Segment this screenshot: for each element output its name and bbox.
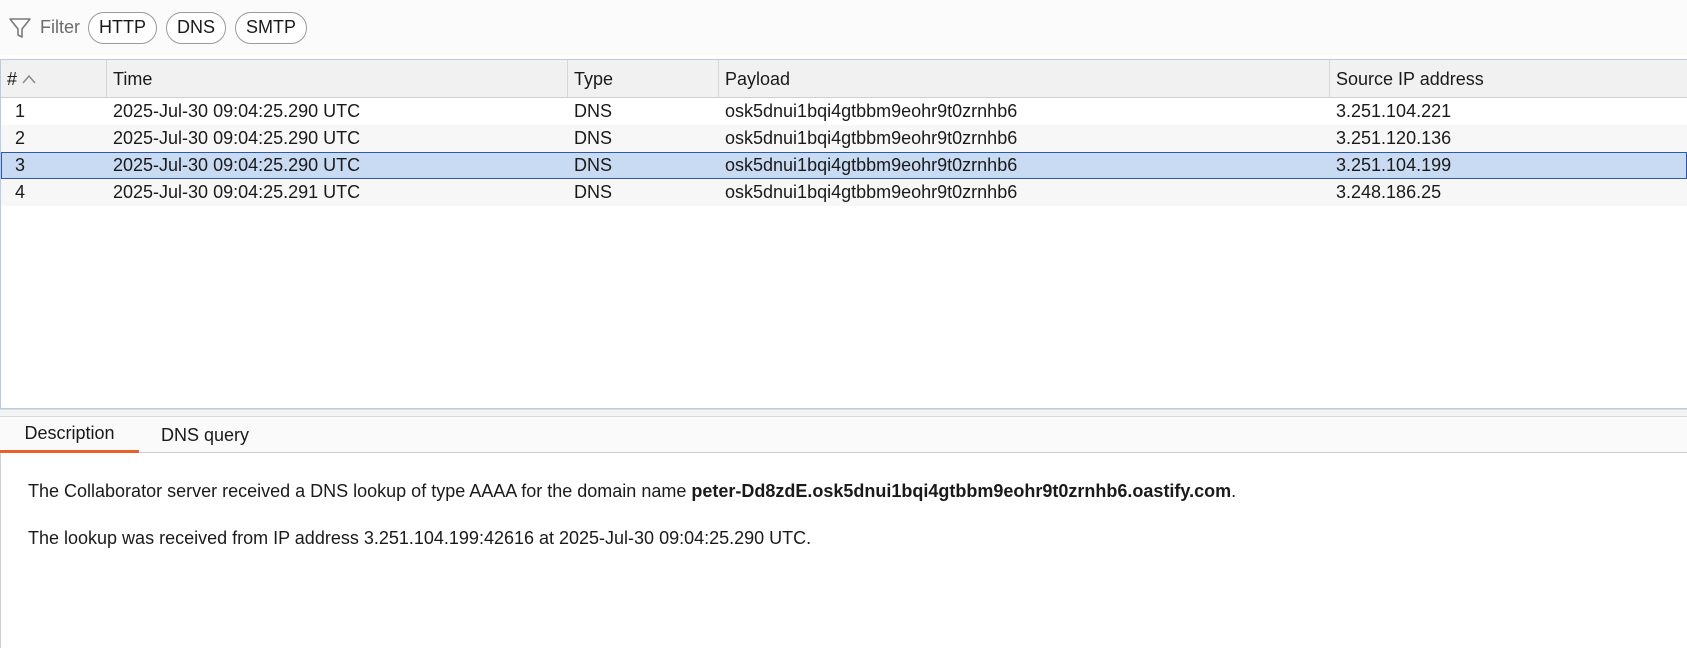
sort-ascending-icon (21, 73, 37, 85)
column-header-source-ip[interactable]: Source IP address (1330, 60, 1687, 98)
cell-source-ip: 3.251.104.199 (1336, 155, 1452, 175)
filter-chip-dns[interactable]: DNS (166, 11, 227, 44)
cell-number: 3 (15, 155, 26, 175)
description-line-source: The lookup was received from IP address … (28, 528, 812, 548)
cell-source-ip: 3.251.120.136 (1336, 128, 1452, 148)
cell-number: 4 (15, 182, 26, 202)
cell-type: DNS (574, 182, 613, 202)
cell-type: DNS (574, 155, 613, 175)
cell-type: DNS (574, 101, 613, 121)
cell-type: DNS (574, 128, 613, 148)
column-header-type[interactable]: Type (568, 60, 719, 98)
cell-source-ip: 3.248.186.25 (1336, 182, 1442, 202)
filter-chip-smtp[interactable]: SMTP (235, 11, 308, 44)
description-line-lookup: The Collaborator server received a DNS l… (28, 481, 1236, 502)
cell-payload: osk5dnui1bqi4gtbbm9eohr9t0zrnhb6 (725, 128, 1018, 148)
filter-label: Filter (40, 17, 80, 37)
table-row[interactable]: 4 2025-Jul-30 09:04:25.291 UTC DNS osk5d… (1, 179, 1687, 206)
pane-splitter[interactable] (0, 409, 1687, 417)
column-header-label: Payload (725, 68, 791, 89)
cell-payload: osk5dnui1bqi4gtbbm9eohr9t0zrnhb6 (725, 182, 1018, 202)
cell-time: 2025-Jul-30 09:04:25.290 UTC (113, 101, 361, 121)
column-header-time[interactable]: Time (107, 60, 568, 98)
detail-tab-bar: Description DNS query (0, 417, 1687, 453)
column-header-label: Type (574, 68, 614, 89)
column-header-label: Source IP address (1336, 68, 1484, 89)
column-header-label: Time (113, 68, 153, 89)
tab-description[interactable]: Description (0, 417, 139, 453)
filter-bar: Filter HTTP DNS SMTP (0, 0, 1687, 55)
table-row[interactable]: 2 2025-Jul-30 09:04:25.290 UTC DNS osk5d… (1, 125, 1687, 152)
description-panel: The Collaborator server received a DNS l… (0, 453, 1687, 648)
description-text: The Collaborator server received a DNS l… (28, 481, 692, 501)
cell-time: 2025-Jul-30 09:04:25.290 UTC (113, 155, 361, 175)
tab-dns-query[interactable]: DNS query (145, 417, 265, 453)
cell-time: 2025-Jul-30 09:04:25.291 UTC (113, 182, 361, 202)
column-header-number[interactable]: # (1, 60, 107, 98)
collaborator-window: Filter HTTP DNS SMTP # Time Type Payload (0, 0, 1687, 648)
cell-time: 2025-Jul-30 09:04:25.290 UTC (113, 128, 361, 148)
filter-chip-http[interactable]: HTTP (88, 11, 157, 44)
cell-payload: osk5dnui1bqi4gtbbm9eohr9t0zrnhb6 (725, 155, 1018, 175)
cell-source-ip: 3.251.104.221 (1336, 101, 1452, 121)
table-row[interactable]: 1 2025-Jul-30 09:04:25.290 UTC DNS osk5d… (1, 98, 1687, 125)
table-header: # Time Type Payload Source IP address (1, 60, 1687, 98)
description-text: . (1231, 481, 1237, 501)
table-body: 1 2025-Jul-30 09:04:25.290 UTC DNS osk5d… (1, 98, 1687, 206)
filter-icon[interactable] (8, 16, 32, 40)
domain-name: peter-Dd8zdE.osk5dnui1bqi4gtbbm9eohr9t0z… (691, 481, 1232, 501)
interactions-table: # Time Type Payload Source IP address 1 … (0, 59, 1687, 409)
cell-number: 1 (15, 101, 26, 121)
column-header-payload[interactable]: Payload (719, 60, 1330, 98)
cell-number: 2 (15, 128, 26, 148)
table-row-selected[interactable]: 3 2025-Jul-30 09:04:25.290 UTC DNS osk5d… (1, 152, 1687, 179)
column-header-label: # (7, 68, 18, 89)
cell-payload: osk5dnui1bqi4gtbbm9eohr9t0zrnhb6 (725, 101, 1018, 121)
